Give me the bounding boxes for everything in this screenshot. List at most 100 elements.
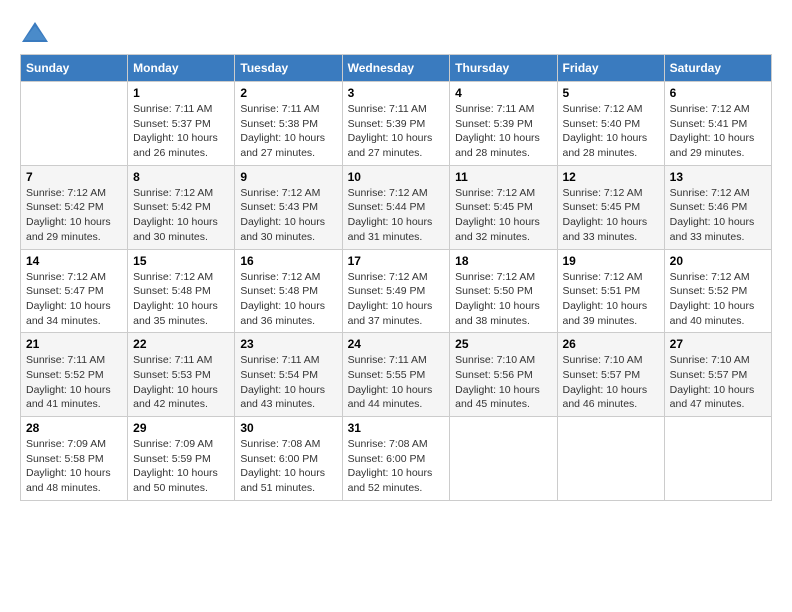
- day-number: 29: [133, 421, 229, 435]
- day-number: 21: [26, 337, 122, 351]
- day-info: Sunrise: 7:11 AMSunset: 5:37 PMDaylight:…: [133, 102, 229, 161]
- day-cell: 13Sunrise: 7:12 AMSunset: 5:46 PMDayligh…: [664, 165, 771, 249]
- day-cell: 16Sunrise: 7:12 AMSunset: 5:48 PMDayligh…: [235, 249, 342, 333]
- day-cell: 28 Sunrise: 7:09 AMSunset: 5:58 PMDayligh…: [21, 417, 128, 501]
- day-info: Sunrise: 7:11 AMSunset: 5:52 PMDaylight:…: [26, 353, 122, 412]
- day-info: Sunrise: 7:09 AMSunset: 5:58 PMDaylight:…: [26, 437, 122, 496]
- week-row-4: 28 Sunrise: 7:09 AMSunset: 5:58 PMDayligh…: [21, 417, 772, 501]
- day-info: Sunrise: 7:11 AMSunset: 5:55 PMDaylight:…: [348, 353, 445, 412]
- day-number: 26: [563, 337, 659, 351]
- day-number: 3: [348, 86, 445, 100]
- day-cell: 12Sunrise: 7:12 AMSunset: 5:45 PMDayligh…: [557, 165, 664, 249]
- day-cell: 29 Sunrise: 7:09 AMSunset: 5:59 PMDayligh…: [128, 417, 235, 501]
- day-info: Sunrise: 7:08 AMSunset: 6:00 PMDaylight:…: [240, 437, 336, 496]
- day-cell: 7 Sunrise: 7:12 AMSunset: 5:42 PMDaylight…: [21, 165, 128, 249]
- day-number: 5: [563, 86, 659, 100]
- day-number: 6: [670, 86, 766, 100]
- day-number: 8: [133, 170, 229, 184]
- day-cell: 10 Sunrise: 7:12 AMSunset: 5:44 PMDayligh…: [342, 165, 450, 249]
- calendar-body: 1 Sunrise: 7:11 AMSunset: 5:37 PMDaylight…: [21, 82, 772, 501]
- day-number: 17: [348, 254, 445, 268]
- day-number: 18: [455, 254, 551, 268]
- day-info: Sunrise: 7:12 AMSunset: 5:42 PMDaylight:…: [133, 186, 229, 245]
- day-cell: 30 Sunrise: 7:08 AMSunset: 6:00 PMDayligh…: [235, 417, 342, 501]
- week-row-3: 21 Sunrise: 7:11 AMSunset: 5:52 PMDayligh…: [21, 333, 772, 417]
- day-number: 22: [133, 337, 229, 351]
- day-cell: 24 Sunrise: 7:11 AMSunset: 5:55 PMDayligh…: [342, 333, 450, 417]
- week-row-0: 1 Sunrise: 7:11 AMSunset: 5:37 PMDaylight…: [21, 82, 772, 166]
- day-info: Sunrise: 7:09 AMSunset: 5:59 PMDaylight:…: [133, 437, 229, 496]
- day-info: Sunrise: 7:12 AMSunset: 5:49 PMDaylight:…: [348, 270, 445, 329]
- calendar-header-row: SundayMondayTuesdayWednesdayThursdayFrid…: [21, 55, 772, 82]
- day-cell: 5 Sunrise: 7:12 AMSunset: 5:40 PMDaylight…: [557, 82, 664, 166]
- day-info: Sunrise: 7:12 AMSunset: 5:44 PMDaylight:…: [348, 186, 445, 245]
- day-info: Sunrise: 7:12 AMSunset: 5:47 PMDaylight:…: [26, 270, 122, 329]
- header-cell-wednesday: Wednesday: [342, 55, 450, 82]
- day-number: 12: [563, 170, 659, 184]
- header-cell-sunday: Sunday: [21, 55, 128, 82]
- day-number: 13: [670, 170, 766, 184]
- day-info: Sunrise: 7:12 AMSunset: 5:41 PMDaylight:…: [670, 102, 766, 161]
- day-cell: 1 Sunrise: 7:11 AMSunset: 5:37 PMDaylight…: [128, 82, 235, 166]
- day-cell: 21 Sunrise: 7:11 AMSunset: 5:52 PMDayligh…: [21, 333, 128, 417]
- day-cell: 2 Sunrise: 7:11 AMSunset: 5:38 PMDaylight…: [235, 82, 342, 166]
- day-cell: 4 Sunrise: 7:11 AMSunset: 5:39 PMDaylight…: [450, 82, 557, 166]
- header-cell-saturday: Saturday: [664, 55, 771, 82]
- day-cell: 18 Sunrise: 7:12 AMSunset: 5:50 PMDayligh…: [450, 249, 557, 333]
- day-cell: 19Sunrise: 7:12 AMSunset: 5:51 PMDayligh…: [557, 249, 664, 333]
- logo-icon: [20, 20, 50, 44]
- day-cell: 8 Sunrise: 7:12 AMSunset: 5:42 PMDaylight…: [128, 165, 235, 249]
- week-row-2: 14 Sunrise: 7:12 AMSunset: 5:47 PMDayligh…: [21, 249, 772, 333]
- day-info: Sunrise: 7:12 AMSunset: 5:48 PMDaylight:…: [133, 270, 229, 329]
- day-number: 9: [240, 170, 336, 184]
- week-row-1: 7 Sunrise: 7:12 AMSunset: 5:42 PMDaylight…: [21, 165, 772, 249]
- day-cell: 17 Sunrise: 7:12 AMSunset: 5:49 PMDayligh…: [342, 249, 450, 333]
- day-info: Sunrise: 7:12 AMSunset: 5:43 PMDaylight:…: [240, 186, 336, 245]
- day-number: 28: [26, 421, 122, 435]
- day-number: 10: [348, 170, 445, 184]
- day-number: 23: [240, 337, 336, 351]
- day-info: Sunrise: 7:08 AMSunset: 6:00 PMDaylight:…: [348, 437, 445, 496]
- day-number: 2: [240, 86, 336, 100]
- day-info: Sunrise: 7:11 AMSunset: 5:39 PMDaylight:…: [348, 102, 445, 161]
- day-cell: 15 Sunrise: 7:12 AMSunset: 5:48 PMDayligh…: [128, 249, 235, 333]
- day-info: Sunrise: 7:10 AMSunset: 5:57 PMDaylight:…: [670, 353, 766, 412]
- day-info: Sunrise: 7:12 AMSunset: 5:42 PMDaylight:…: [26, 186, 122, 245]
- day-number: 4: [455, 86, 551, 100]
- day-number: 20: [670, 254, 766, 268]
- day-number: 14: [26, 254, 122, 268]
- day-cell: [664, 417, 771, 501]
- day-info: Sunrise: 7:12 AMSunset: 5:52 PMDaylight:…: [670, 270, 766, 329]
- day-number: 24: [348, 337, 445, 351]
- header-cell-monday: Monday: [128, 55, 235, 82]
- header-cell-tuesday: Tuesday: [235, 55, 342, 82]
- day-number: 31: [348, 421, 445, 435]
- day-number: 1: [133, 86, 229, 100]
- day-cell: [557, 417, 664, 501]
- day-number: 16: [240, 254, 336, 268]
- day-info: Sunrise: 7:12 AMSunset: 5:51 PMDaylight:…: [563, 270, 659, 329]
- day-cell: 3 Sunrise: 7:11 AMSunset: 5:39 PMDaylight…: [342, 82, 450, 166]
- day-number: 27: [670, 337, 766, 351]
- day-cell: 6 Sunrise: 7:12 AMSunset: 5:41 PMDaylight…: [664, 82, 771, 166]
- day-number: 15: [133, 254, 229, 268]
- day-cell: 23Sunrise: 7:11 AMSunset: 5:54 PMDayligh…: [235, 333, 342, 417]
- header-cell-thursday: Thursday: [450, 55, 557, 82]
- day-cell: 26 Sunrise: 7:10 AMSunset: 5:57 PMDayligh…: [557, 333, 664, 417]
- day-number: 30: [240, 421, 336, 435]
- day-cell: 31 Sunrise: 7:08 AMSunset: 6:00 PMDayligh…: [342, 417, 450, 501]
- day-cell: 20 Sunrise: 7:12 AMSunset: 5:52 PMDayligh…: [664, 249, 771, 333]
- calendar-table: SundayMondayTuesdayWednesdayThursdayFrid…: [20, 54, 772, 501]
- day-info: Sunrise: 7:11 AMSunset: 5:39 PMDaylight:…: [455, 102, 551, 161]
- page-header: [20, 20, 772, 44]
- day-cell: 14 Sunrise: 7:12 AMSunset: 5:47 PMDayligh…: [21, 249, 128, 333]
- day-info: Sunrise: 7:11 AMSunset: 5:53 PMDaylight:…: [133, 353, 229, 412]
- day-number: 11: [455, 170, 551, 184]
- day-number: 7: [26, 170, 122, 184]
- day-info: Sunrise: 7:12 AMSunset: 5:50 PMDaylight:…: [455, 270, 551, 329]
- day-info: Sunrise: 7:10 AMSunset: 5:57 PMDaylight:…: [563, 353, 659, 412]
- day-info: Sunrise: 7:11 AMSunset: 5:38 PMDaylight:…: [240, 102, 336, 161]
- day-cell: [21, 82, 128, 166]
- day-info: Sunrise: 7:12 AMSunset: 5:45 PMDaylight:…: [455, 186, 551, 245]
- day-info: Sunrise: 7:12 AMSunset: 5:40 PMDaylight:…: [563, 102, 659, 161]
